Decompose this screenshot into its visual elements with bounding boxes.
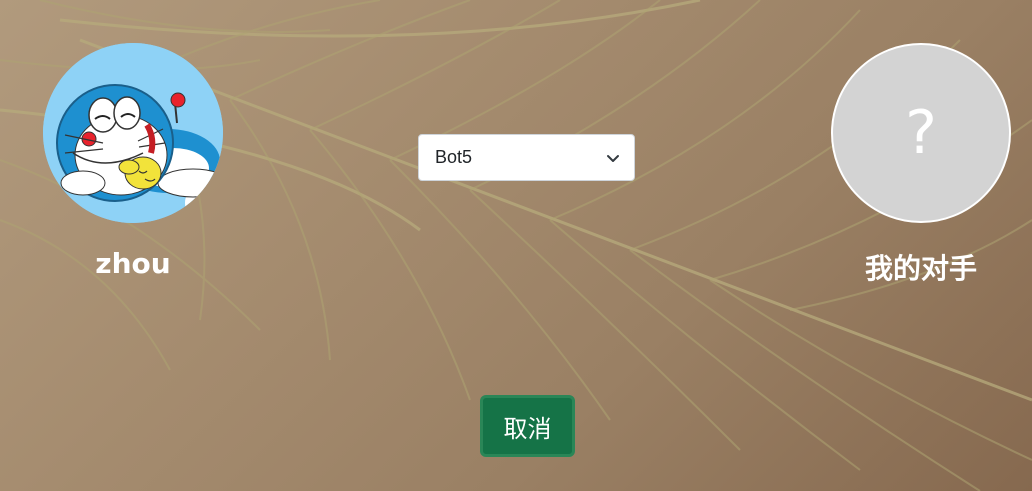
- player-opponent: ? 我的对手: [831, 43, 1011, 287]
- bot-select-value: Bot5: [435, 147, 473, 167]
- player-opponent-name: 我的对手: [864, 252, 977, 285]
- cancel-button[interactable]: 取消: [480, 395, 575, 457]
- player-self-name: zhou: [95, 247, 171, 280]
- question-mark-icon: ?: [905, 98, 937, 168]
- chevron-down-icon: [606, 151, 620, 165]
- player-avatar: [43, 43, 223, 223]
- player-self: zhou: [43, 43, 223, 280]
- opponent-avatar-placeholder: ?: [831, 43, 1011, 223]
- doraemon-avatar-icon: [43, 43, 223, 223]
- bot-select[interactable]: Bot5: [418, 134, 635, 181]
